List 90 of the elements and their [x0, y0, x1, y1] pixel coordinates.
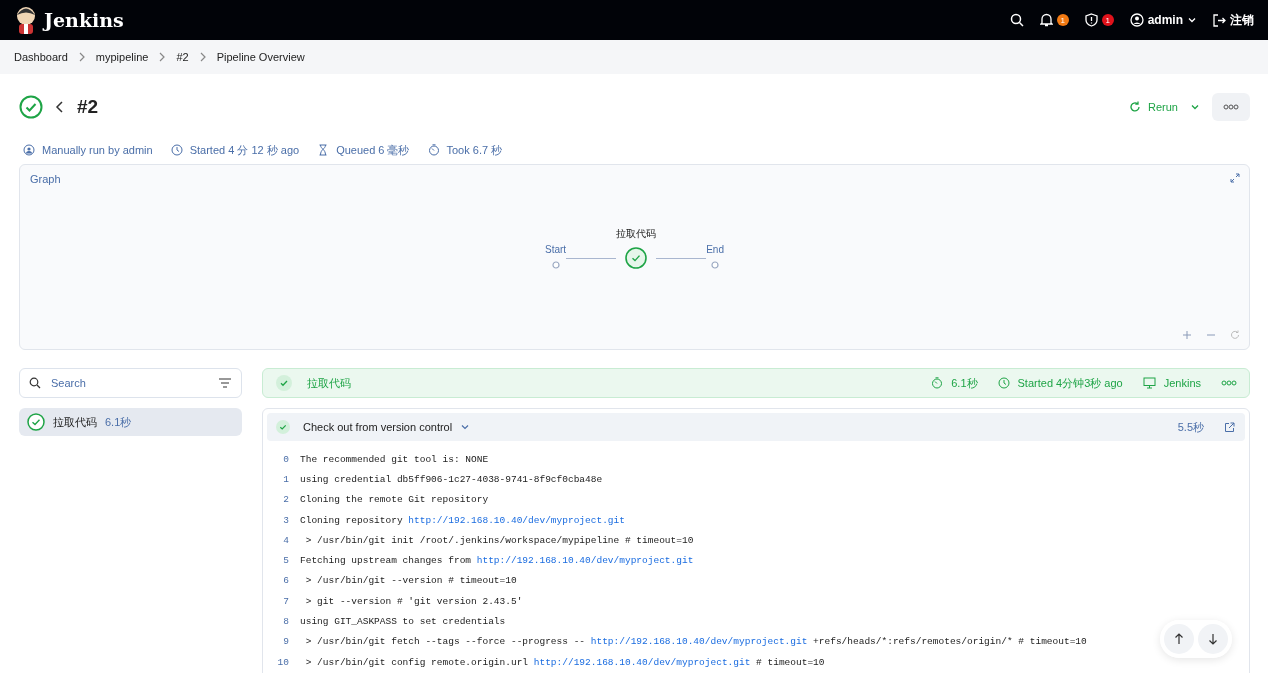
breadcrumb-link[interactable]: Pipeline Overview: [216, 51, 305, 63]
step-header[interactable]: Check out from version control 5.5秒: [267, 413, 1245, 441]
endpoint-node-icon: [711, 261, 720, 269]
run-meta-text: Took 6.7 秒: [446, 142, 503, 158]
log-line: using credential db5ff906-1c27-4038-9741-8f9cf0cba48e: [300, 473, 603, 485]
connector-line: [566, 258, 617, 259]
user-icon: [1129, 13, 1144, 27]
butler-logo-icon[interactable]: [14, 6, 38, 34]
breadcrumb-link[interactable]: mypipeline: [95, 51, 149, 63]
log-line: Cloning the remote Git repository: [300, 494, 489, 506]
logout-icon: [1213, 13, 1226, 27]
chevron-icon: [77, 52, 86, 62]
stage-duration: 6.1秒: [951, 375, 978, 391]
run-meta-text: Manually run by admin: [42, 144, 153, 156]
line-number: 1: [282, 473, 289, 485]
bell-icon[interactable]: [1039, 13, 1053, 27]
line-number: 8: [282, 616, 289, 627]
zoom-in-icon[interactable]: [1182, 330, 1192, 340]
repository-link[interactable]: http://192.168.10.40/dev/myproject.git: [533, 656, 751, 668]
notification-count: 1: [1056, 14, 1069, 26]
scroll-down-button[interactable]: [1198, 624, 1228, 654]
back-chevron-icon[interactable]: [55, 101, 65, 113]
node-label: Start: [545, 244, 567, 255]
down-arrow-icon: [1208, 633, 1218, 645]
node-label: 拉取代码: [616, 227, 657, 241]
line-number: 0: [282, 453, 289, 465]
log-line: Fetching upstream changes from http://192.168.10.40/dev/myproject.git: [300, 555, 694, 567]
log-line: using GIT_ASKPASS to set credentials: [300, 616, 506, 627]
timer-icon: [427, 144, 440, 156]
log-line: Cloning repository http://192.168.10.40/dev/myproject.git: [300, 514, 625, 526]
stage-started: Started 4分钟3秒 ago: [1017, 375, 1123, 391]
more-icon[interactable]: [1221, 380, 1237, 386]
log-line: The recommended git tool is: NONE: [300, 453, 489, 465]
repository-link[interactable]: http://192.168.10.40/dev/myproject.git: [408, 514, 625, 526]
run-meta-text: Started 4 分 12 秒 ago: [189, 142, 300, 158]
external-link-icon[interactable]: [1224, 421, 1235, 433]
node-label: End: [706, 244, 724, 255]
search-icon[interactable]: [1009, 13, 1024, 27]
run-title: #2: [77, 96, 99, 118]
hourglass-icon: [317, 144, 330, 156]
refresh-icon: [1129, 101, 1142, 113]
brand-name[interactable]: Jenkins: [44, 9, 124, 31]
step-duration: 5.5秒: [1177, 419, 1204, 435]
log-line: > /usr/bin/git config remote.origin.url http://192.168.10.40/dev/myproject.git # timeout=10: [304, 656, 825, 668]
line-number: 7: [282, 595, 289, 607]
up-arrow-icon: [1174, 633, 1184, 645]
run-meta-text: Queued 6 毫秒: [336, 142, 410, 158]
graph-title: Graph: [30, 173, 61, 185]
caret-icon[interactable]: [1190, 102, 1200, 112]
log-line: > git --version # 'git version 2.43.5': [304, 595, 523, 607]
line-number: 4: [282, 534, 289, 546]
log-line: > /usr/bin/git --version # timeout=10: [304, 575, 517, 587]
shield-icon[interactable]: [1084, 13, 1098, 27]
breadcrumb-link[interactable]: Dashboard: [14, 51, 68, 63]
search-field[interactable]: Search: [19, 368, 242, 398]
search-icon: [29, 377, 41, 389]
chevron-icon: [198, 52, 207, 62]
line-number: 2: [282, 494, 289, 506]
clock-icon: [170, 144, 183, 156]
breadcrumb-link[interactable]: #2: [176, 51, 189, 63]
more-button[interactable]: [1212, 93, 1250, 121]
filter-icon[interactable]: [218, 378, 232, 388]
monitor-icon: [1142, 377, 1156, 389]
line-number: 9: [282, 636, 289, 648]
repository-link[interactable]: http://192.168.10.40/dev/myproject.git: [476, 555, 694, 567]
stage-success-node-icon[interactable]: [625, 247, 648, 269]
expand-icon[interactable]: [1230, 173, 1240, 183]
endpoint-node-icon: [551, 261, 560, 269]
line-number: 3: [282, 514, 289, 526]
security-count: 1: [1101, 14, 1114, 26]
caret-icon: [1187, 15, 1197, 25]
connector-line: [656, 258, 707, 259]
more-icon: [1223, 104, 1239, 110]
user-icon: [23, 144, 35, 156]
line-number: 10: [276, 656, 289, 668]
line-number: 5: [282, 555, 289, 567]
timer-icon: [931, 377, 944, 389]
chevron-icon: [158, 52, 167, 62]
repository-link[interactable]: http://192.168.10.40/dev/myproject.git: [590, 636, 808, 648]
log-line: > /usr/bin/git fetch --tags --force --progress -- http://192.168.10.40/dev/myproject.git +refs/heads/*:refs/remotes/origin/* # timeout=10: [304, 636, 1087, 648]
stage-name: 拉取代码: [307, 375, 351, 391]
scroll-up-button[interactable]: [1164, 624, 1194, 654]
log-line: > /usr/bin/git init /root/.jenkins/workspace/mypipeline # timeout=10: [304, 534, 694, 546]
caret-icon[interactable]: [460, 422, 471, 432]
line-number: 6: [282, 575, 289, 587]
clock-icon: [997, 377, 1010, 389]
user-menu[interactable]: admin: [1129, 13, 1197, 27]
step-name: Check out from version control: [303, 421, 453, 433]
stage-list-item[interactable]: 拉取代码 6.1秒: [19, 408, 242, 436]
logout-link[interactable]: 注销: [1213, 11, 1254, 29]
